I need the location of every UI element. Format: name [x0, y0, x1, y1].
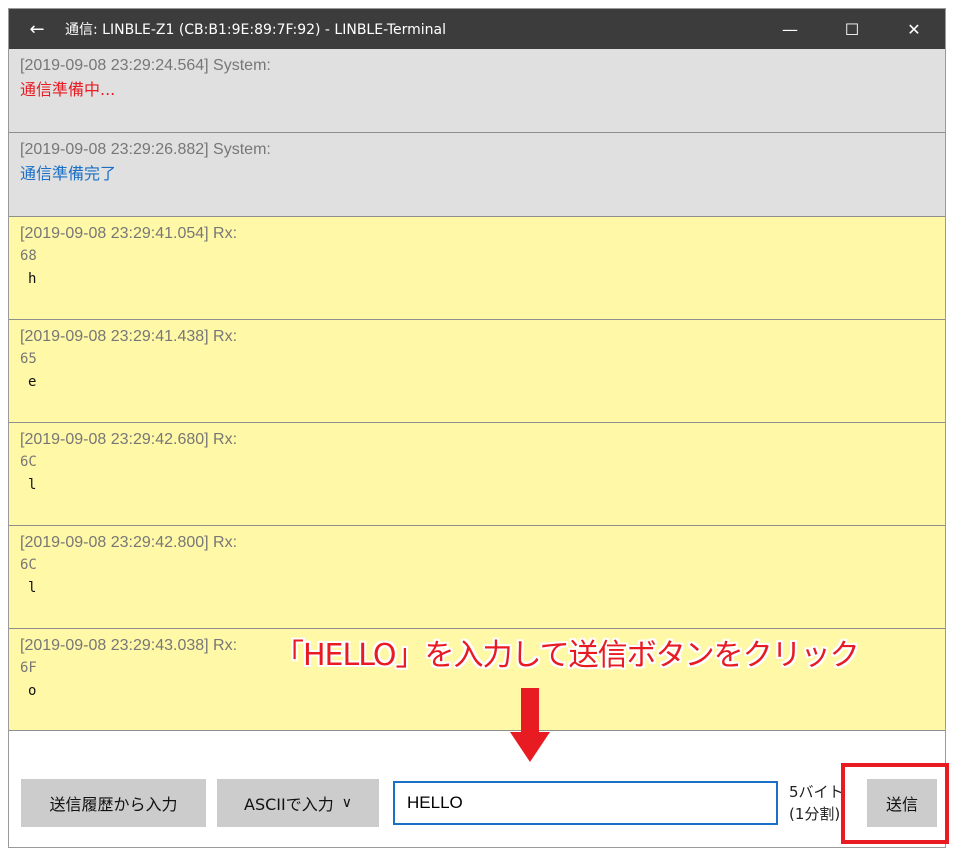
log-entry-rx: [2019-09-08 23:29:42.800] Rx: 6C l	[9, 526, 945, 629]
byte-count-bytes: 5バイト	[789, 783, 844, 801]
log-timestamp: [2019-09-08 23:29:42.680] Rx:	[20, 431, 238, 448]
input-mode-label: ASCIIで入力	[244, 795, 334, 814]
chevron-down-icon: ∨	[341, 795, 352, 811]
log-entry-rx: [2019-09-08 23:29:41.054] Rx: 68 h	[9, 217, 945, 320]
close-icon[interactable]: ✕	[883, 9, 945, 49]
log-timestamp: [2019-09-08 23:29:41.054] Rx:	[20, 225, 238, 242]
log-timestamp: [2019-09-08 23:29:42.800] Rx:	[20, 534, 238, 551]
rx-ascii-value: l	[28, 580, 37, 596]
log-entry-rx: [2019-09-08 23:29:42.680] Rx: 6C l	[9, 423, 945, 526]
maximize-icon[interactable]: ☐	[821, 9, 883, 49]
arrow-shaft	[521, 688, 539, 734]
system-message: 通信準備中...	[20, 80, 116, 99]
down-arrow-icon	[510, 688, 550, 762]
log-entry-rx: [2019-09-08 23:29:41.438] Rx: 65 e	[9, 320, 945, 423]
send-text-input[interactable]	[393, 781, 778, 825]
input-mode-dropdown[interactable]: ASCIIで入力 ∨	[217, 779, 379, 827]
rx-ascii-value: o	[28, 683, 37, 699]
arrow-head	[510, 732, 550, 762]
send-button[interactable]: 送信	[867, 779, 937, 827]
rx-hex-value: 6C	[20, 454, 37, 470]
log-entry-system: [2019-09-08 23:29:24.564] System: 通信準備中.…	[9, 49, 945, 133]
back-arrow-icon[interactable]: ←	[9, 9, 65, 49]
rx-ascii-value: e	[28, 374, 37, 390]
rx-hex-value: 6C	[20, 557, 37, 573]
send-bar: 送信履歴から入力 ASCIIで入力 ∨ 5バイト (1分割) 送信	[9, 733, 945, 847]
instruction-annotation: 「HELLO」を入力して送信ボタンをクリック	[274, 638, 860, 673]
app-window: ← 通信: LINBLE-Z1 (CB:B1:9E:89:7F:92) - LI…	[8, 8, 946, 848]
log-timestamp: [2019-09-08 23:29:24.564] System:	[20, 57, 271, 74]
rx-ascii-value: h	[28, 271, 37, 287]
byte-count: 5バイト (1分割)	[789, 781, 845, 825]
byte-count-splits: (1分割)	[789, 805, 841, 823]
rx-hex-value: 68	[20, 248, 37, 264]
window-title: 通信: LINBLE-Z1 (CB:B1:9E:89:7F:92) - LINB…	[65, 22, 447, 38]
send-history-button[interactable]: 送信履歴から入力	[21, 779, 206, 827]
rx-hex-value: 65	[20, 351, 37, 367]
window-controls: — ☐ ✕	[759, 9, 945, 49]
minimize-icon[interactable]: —	[759, 9, 821, 49]
system-message: 通信準備完了	[20, 164, 117, 183]
rx-ascii-value: l	[28, 477, 37, 493]
log-timestamp: [2019-09-08 23:29:26.882] System:	[20, 141, 271, 158]
log-timestamp: [2019-09-08 23:29:41.438] Rx:	[20, 328, 238, 345]
title-bar: ← 通信: LINBLE-Z1 (CB:B1:9E:89:7F:92) - LI…	[9, 9, 945, 49]
log-entry-system: [2019-09-08 23:29:26.882] System: 通信準備完了	[9, 133, 945, 217]
